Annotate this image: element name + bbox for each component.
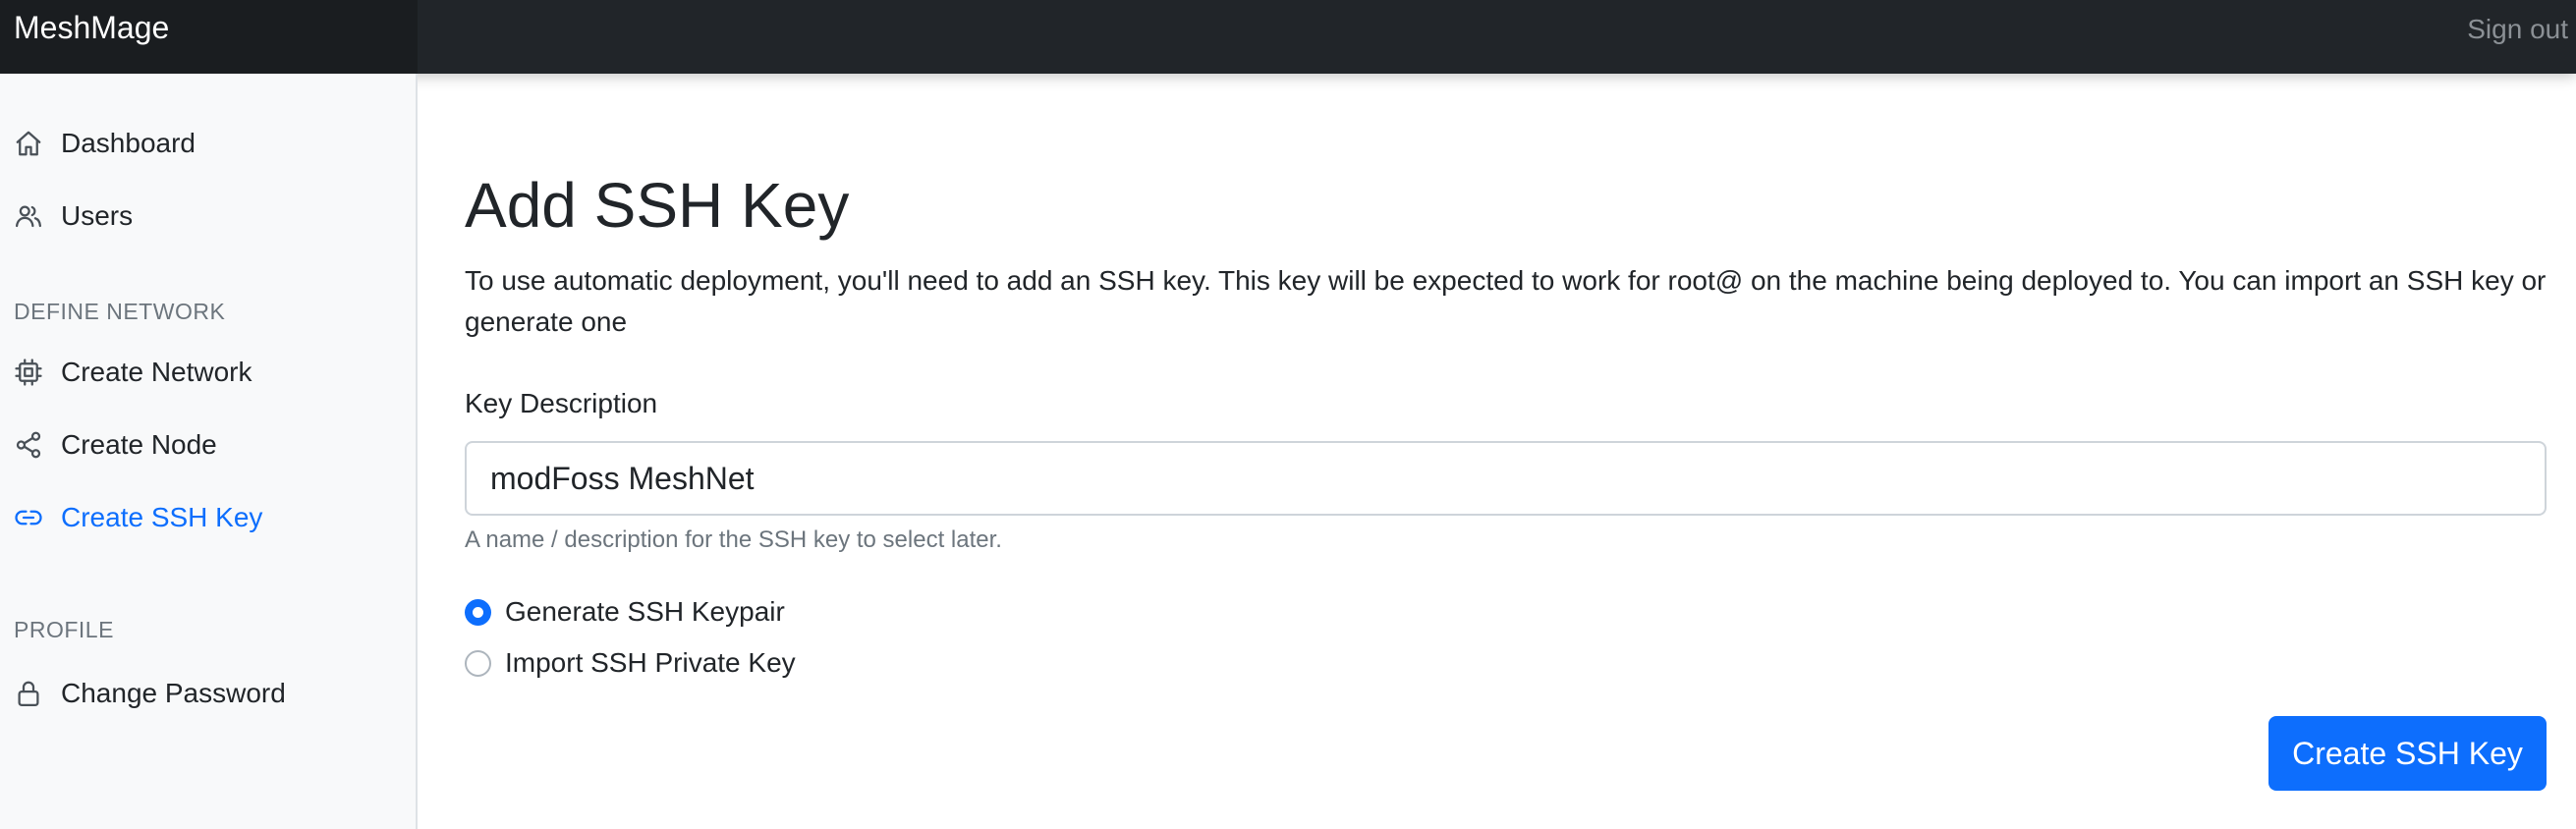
create-ssh-key-button[interactable]: Create SSH Key	[2268, 716, 2547, 791]
sidebar-item-label: Create Node	[61, 429, 217, 460]
key-description-label: Key Description	[465, 388, 658, 418]
sidebar-item-dashboard[interactable]: Dashboard	[0, 117, 416, 170]
share-icon	[14, 430, 43, 460]
import-private-key-option[interactable]: Import SSH Private Key	[465, 643, 796, 683]
brand-logo[interactable]: MeshMage	[0, 0, 418, 74]
sidebar-item-label: Change Password	[61, 678, 286, 708]
page-title: Add SSH Key	[465, 170, 850, 241]
intro-text: To use automatic deployment, you'll need…	[465, 265, 2547, 337]
lock-icon	[14, 679, 43, 708]
sign-out-link[interactable]: Sign out	[2467, 0, 2576, 59]
generate-keypair-radio[interactable]	[465, 598, 491, 626]
key-description-help: A name / description for the SSH key to …	[465, 526, 1002, 553]
generate-keypair-option[interactable]: Generate SSH Keypair	[465, 592, 785, 632]
home-icon	[14, 129, 43, 158]
sidebar-item-label: Create SSH Key	[61, 502, 263, 532]
cpu-icon	[14, 358, 43, 387]
key-description-input[interactable]	[465, 441, 2547, 516]
generate-keypair-label: Generate SSH Keypair	[505, 596, 785, 627]
sidebar-item-label: Create Network	[61, 357, 252, 387]
sidebar-item-users[interactable]: Users	[0, 190, 416, 243]
top-navbar: MeshMage Sign out	[0, 0, 2576, 74]
users-icon	[14, 201, 43, 231]
sidebar-item-label: Dashboard	[61, 128, 196, 158]
sidebar-item-create-node[interactable]: Create Node	[0, 418, 416, 471]
section-heading-define-network: DEFINE NETWORK	[14, 299, 226, 324]
section-heading-profile: PROFILE	[14, 617, 114, 642]
sidebar: Dashboard Users DEFINE NETWORK Create Ne…	[0, 74, 418, 829]
import-private-key-radio[interactable]	[465, 649, 491, 677]
import-private-key-label: Import SSH Private Key	[505, 647, 796, 678]
link-icon	[14, 503, 43, 532]
sidebar-item-label: Users	[61, 200, 134, 231]
sidebar-item-change-password[interactable]: Change Password	[0, 667, 416, 720]
sidebar-item-create-ssh-key[interactable]: Create SSH Key	[0, 491, 416, 544]
sidebar-item-create-network[interactable]: Create Network	[0, 346, 416, 399]
